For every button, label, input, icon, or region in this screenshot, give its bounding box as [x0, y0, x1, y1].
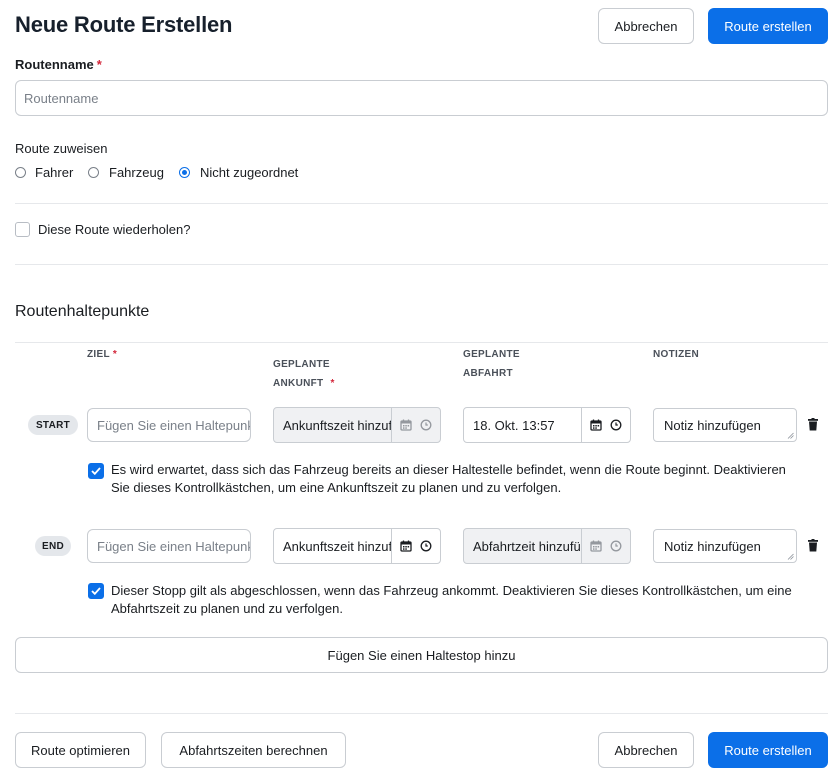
start-arrival-checkbox[interactable]: [88, 463, 104, 479]
end-checkbox-text: Dieser Stopp gilt als abgeschlossen, wen…: [111, 582, 821, 618]
clock-icon[interactable]: [610, 419, 622, 431]
destination-placeholder: Fügen Sie einen Haltepunkt hinzu: [97, 417, 250, 433]
route-name-input[interactable]: Routenname: [15, 80, 828, 116]
start-note-input[interactable]: Notiz hinzufügen: [653, 408, 797, 442]
clock-icon[interactable]: [420, 540, 432, 552]
end-departure-picker: Abfahrtzeit hinzufügen: [463, 528, 631, 564]
trash-icon[interactable]: [808, 539, 818, 552]
column-header-arrival: GEPLANTE ANKUNFT *: [273, 359, 335, 389]
column-header-ziel: ZIEL *: [87, 349, 118, 360]
end-checkbox-text-line2: Abfahrtszeit zu planen und zu verfolgen.: [111, 601, 343, 616]
radio-vehicle-label[interactable]: Fahrzeug: [109, 165, 164, 180]
repeat-label[interactable]: Diese Route wiederholen?: [38, 222, 190, 237]
start-checkbox-text-line2: Sie dieses Kontrollkästchen, um eine Ank…: [111, 480, 562, 495]
divider: [15, 713, 828, 714]
start-arrival-picker: Ankunftszeit hinzufügen: [273, 407, 441, 443]
create-route-button-top[interactable]: Route erstellen: [708, 8, 828, 44]
end-checkbox-text-line1: Dieser Stopp gilt als abgeschlossen, wen…: [111, 583, 792, 598]
column-header-departure: GEPLANTE ABFAHRT: [463, 349, 520, 379]
page-title: Neue Route Erstellen: [15, 12, 233, 37]
clock-icon: [610, 540, 622, 552]
route-name-placeholder: Routenname: [24, 90, 99, 106]
required-mark: *: [112, 349, 118, 360]
calculate-departures-button[interactable]: Abfahrtszeiten berechnen: [161, 732, 346, 768]
divider: [15, 264, 828, 265]
resize-grip-icon[interactable]: [787, 553, 794, 560]
assign-label: Route zuweisen: [15, 141, 108, 156]
start-departure-picker[interactable]: 18. Okt. 13:57: [463, 407, 631, 443]
column-header-notes: NOTIZEN: [653, 349, 699, 360]
divider: [15, 342, 828, 343]
optimize-route-button[interactable]: Route optimieren: [15, 732, 146, 768]
end-departure-checkbox[interactable]: [88, 583, 104, 599]
required-mark: *: [96, 57, 102, 72]
calendar-icon: [400, 419, 412, 431]
destination-placeholder: Fügen Sie einen Haltepunkt hinzu: [97, 538, 250, 554]
calendar-icon[interactable]: [590, 419, 602, 431]
cancel-button-bottom[interactable]: Abbrechen: [598, 732, 694, 768]
arrival-text: Ankunftszeit hinzufügen: [274, 408, 392, 442]
start-checkbox-text: Es wird erwartet, dass sich das Fahrzeug…: [111, 461, 821, 497]
radio-driver-label[interactable]: Fahrer: [35, 165, 73, 180]
required-mark: *: [330, 378, 335, 389]
departure-text: Abfahrtzeit hinzufügen: [464, 529, 582, 563]
resize-grip-icon[interactable]: [787, 432, 794, 439]
check-icon: [91, 467, 101, 475]
calendar-icon: [590, 540, 602, 552]
note-text: Notiz hinzufügen: [664, 417, 761, 433]
radio-unassigned-label[interactable]: Nicht zugeordnet: [200, 165, 298, 180]
arrival-text[interactable]: Ankunftszeit hinzufügen: [274, 529, 392, 563]
repeat-checkbox[interactable]: [15, 222, 30, 237]
start-checkbox-text-line1: Es wird erwartet, dass sich das Fahrzeug…: [111, 462, 786, 477]
end-note-input[interactable]: Notiz hinzufügen: [653, 529, 797, 563]
check-icon: [91, 587, 101, 595]
divider: [15, 203, 828, 204]
departure-text[interactable]: 18. Okt. 13:57: [464, 408, 582, 442]
radio-vehicle[interactable]: [88, 167, 99, 178]
radio-unassigned[interactable]: [179, 167, 190, 178]
radio-driver[interactable]: [15, 167, 26, 178]
end-badge: END: [35, 536, 71, 556]
create-route-button-bottom[interactable]: Route erstellen: [708, 732, 828, 768]
end-destination-input[interactable]: Fügen Sie einen Haltepunkt hinzu: [87, 529, 251, 563]
start-badge: START: [28, 415, 78, 435]
clock-icon: [420, 419, 432, 431]
calendar-icon[interactable]: [400, 540, 412, 552]
stops-section-title: Routenhaltepunkte: [15, 303, 150, 320]
route-name-label: Routenname *: [15, 57, 102, 72]
start-destination-input[interactable]: Fügen Sie einen Haltepunkt hinzu: [87, 408, 251, 442]
cancel-button-top[interactable]: Abbrechen: [598, 8, 694, 44]
add-stop-button[interactable]: Fügen Sie einen Haltestop hinzu: [15, 637, 828, 673]
end-arrival-picker[interactable]: Ankunftszeit hinzufügen: [273, 528, 441, 564]
trash-icon[interactable]: [808, 418, 818, 431]
note-text: Notiz hinzufügen: [664, 538, 761, 554]
